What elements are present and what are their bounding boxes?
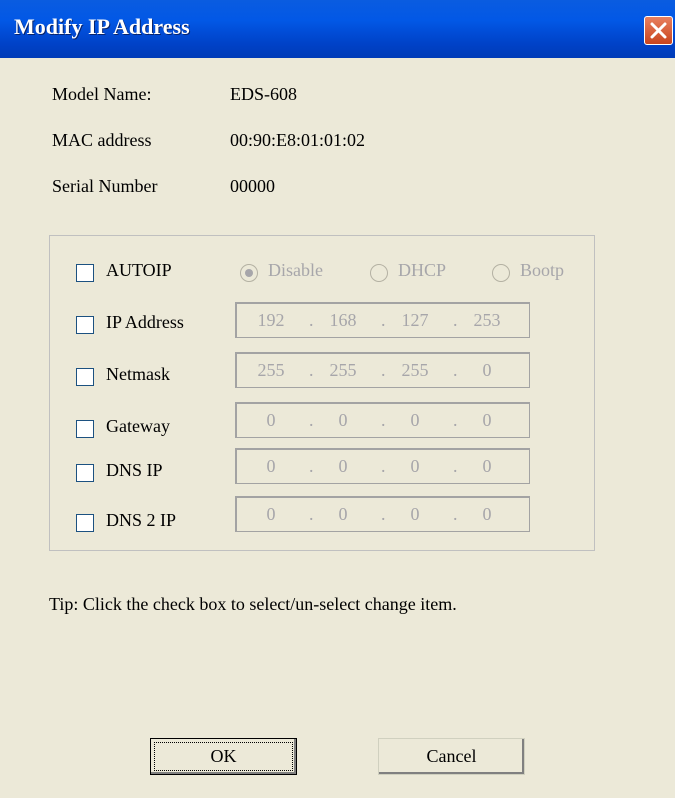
octet-separator: . — [381, 360, 386, 380]
octet-separator: . — [309, 410, 314, 430]
autoip-label: AUTOIP — [106, 260, 172, 280]
octet-separator: . — [453, 456, 458, 476]
mac-address-value: 00:90:E8:01:01:02 — [230, 130, 365, 150]
octet-separator: . — [309, 456, 314, 476]
netmask-octet-4: 0 — [482, 360, 492, 380]
dns2-octet-1: 0 — [266, 504, 276, 524]
serial-number-label: Serial Number — [52, 176, 158, 196]
autoip-disable-label: Disable — [268, 260, 323, 280]
model-name-label: Model Name: — [52, 84, 152, 104]
dns-ip-label: DNS IP — [106, 460, 163, 480]
gateway-octet-4: 0 — [482, 410, 492, 430]
mac-address-label: MAC address — [52, 130, 152, 150]
ip-octet-1: 192 — [257, 310, 285, 330]
octet-separator: . — [453, 310, 458, 330]
octet-separator: . — [453, 504, 458, 524]
dns-octet-1: 0 — [266, 456, 276, 476]
gateway-label: Gateway — [106, 416, 170, 436]
radio-selected-dot — [245, 269, 253, 277]
netmask-octet-1: 255 — [257, 360, 285, 380]
netmask-checkbox[interactable] — [76, 368, 94, 386]
ok-button[interactable]: OK — [150, 738, 297, 775]
close-button[interactable] — [644, 16, 673, 45]
octet-separator: . — [453, 410, 458, 430]
dns2-ip-checkbox[interactable] — [76, 514, 94, 532]
gateway-checkbox[interactable] — [76, 420, 94, 438]
dns2-octet-3: 0 — [410, 504, 420, 524]
dns-octet-3: 0 — [410, 456, 420, 476]
dns-ip-input[interactable]: 0 . 0 . 0 . 0 — [235, 448, 530, 484]
ok-button-label: OK — [210, 746, 237, 766]
gateway-input[interactable]: 0 . 0 . 0 . 0 — [235, 402, 530, 438]
octet-separator: . — [381, 504, 386, 524]
title-bar[interactable]: Modify IP Address — [0, 0, 675, 58]
cancel-button-label: Cancel — [426, 746, 477, 766]
octet-separator: . — [309, 310, 314, 330]
dns2-ip-label: DNS 2 IP — [106, 510, 177, 530]
dns-octet-2: 0 — [338, 456, 348, 476]
netmask-octet-3: 255 — [401, 360, 429, 380]
dns2-octet-4: 0 — [482, 504, 492, 524]
gateway-octet-1: 0 — [266, 410, 276, 430]
octet-separator: . — [309, 504, 314, 524]
ip-octet-2: 168 — [329, 310, 357, 330]
dns-octet-4: 0 — [482, 456, 492, 476]
autoip-dhcp-label: DHCP — [398, 260, 447, 280]
autoip-disable-radio[interactable] — [240, 264, 258, 282]
gateway-octet-3: 0 — [410, 410, 420, 430]
close-icon — [650, 22, 667, 39]
ip-address-checkbox[interactable] — [76, 316, 94, 334]
octet-separator: . — [309, 360, 314, 380]
window-title: Modify IP Address — [14, 14, 190, 39]
netmask-label: Netmask — [106, 364, 170, 384]
model-name-value: EDS-608 — [230, 84, 297, 104]
netmask-octet-2: 255 — [329, 360, 357, 380]
ip-octet-4: 253 — [473, 310, 501, 330]
dns2-octet-2: 0 — [338, 504, 348, 524]
dns-ip-checkbox[interactable] — [76, 464, 94, 482]
tip-text: Tip: Click the check box to select/un-se… — [49, 594, 457, 614]
octet-separator: . — [453, 360, 458, 380]
modify-ip-dialog: Modify IP Address Model Name: EDS-608 MA… — [0, 0, 675, 798]
dns2-ip-input[interactable]: 0 . 0 . 0 . 0 — [235, 496, 530, 532]
autoip-checkbox[interactable] — [76, 264, 94, 282]
octet-separator: . — [381, 410, 386, 430]
ip-address-label: IP Address — [106, 312, 184, 332]
netmask-input[interactable]: 255 . 255 . 255 . 0 — [235, 352, 530, 388]
ip-address-input[interactable]: 192 . 168 . 127 . 253 — [235, 302, 530, 338]
cancel-button[interactable]: Cancel — [378, 738, 525, 775]
autoip-dhcp-radio[interactable] — [370, 264, 388, 282]
autoip-bootp-radio[interactable] — [492, 264, 510, 282]
autoip-bootp-label: Bootp — [520, 260, 565, 280]
gateway-octet-2: 0 — [338, 410, 348, 430]
serial-number-value: 00000 — [230, 176, 275, 196]
ip-octet-3: 127 — [401, 310, 429, 330]
octet-separator: . — [381, 456, 386, 476]
octet-separator: . — [381, 310, 386, 330]
